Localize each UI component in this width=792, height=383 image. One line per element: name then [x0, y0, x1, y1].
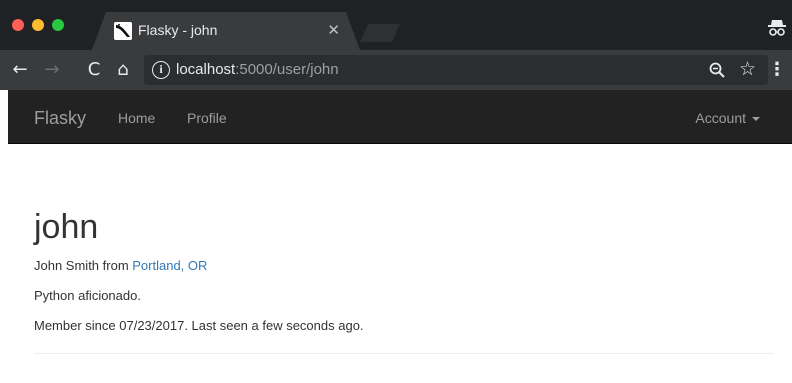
site-navbar: Flasky Home Profile Account	[8, 90, 792, 144]
divider	[34, 353, 774, 354]
zoom-icon[interactable]	[708, 61, 726, 79]
forward-icon[interactable]: →	[42, 60, 62, 80]
url-host: localhost	[176, 61, 236, 78]
caret-down-icon	[752, 117, 760, 122]
tab-close-icon[interactable]: ✕	[327, 21, 340, 39]
incognito-icon	[766, 16, 788, 38]
brand-link[interactable]: Flasky	[34, 108, 86, 129]
nav-link-profile[interactable]: Profile	[187, 110, 227, 126]
page-title: john	[34, 208, 99, 246]
browser-toolbar: ← → C ⌂ i localhost:5000/user/john ☆ ⋮	[0, 50, 792, 90]
reload-icon[interactable]: C	[84, 60, 104, 80]
name-text: John Smith from	[34, 258, 133, 273]
minimize-window-button[interactable]	[32, 19, 44, 31]
bookmark-star-icon[interactable]: ☆	[739, 58, 756, 80]
url-text[interactable]: localhost:5000/user/john	[176, 61, 339, 78]
page-viewport: Flasky Home Profile Account john John Sm…	[8, 90, 792, 383]
close-window-button[interactable]	[12, 19, 24, 31]
browser-titlebar: Flasky - john ✕	[0, 0, 792, 50]
back-icon[interactable]: ←	[10, 60, 30, 80]
browser-tab-active[interactable]: Flasky - john ✕	[92, 12, 360, 50]
home-icon[interactable]: ⌂	[113, 60, 133, 80]
browser-menu-icon[interactable]: ⋮	[768, 60, 786, 80]
site-info-icon[interactable]: i	[152, 61, 170, 79]
address-bar[interactable]: i localhost:5000/user/john ☆	[144, 55, 768, 85]
account-dropdown[interactable]: Account	[695, 110, 760, 126]
maximize-window-button[interactable]	[52, 19, 64, 31]
account-label: Account	[695, 110, 746, 126]
about-me-text: Python aficionado.	[34, 288, 141, 303]
new-tab-button[interactable]	[360, 24, 400, 42]
tab-title: Flasky - john	[138, 22, 218, 38]
nav-link-home[interactable]: Home	[118, 110, 155, 126]
favicon-icon	[114, 22, 132, 40]
member-info-text: Member since 07/23/2017. Last seen a few…	[34, 318, 364, 333]
url-path: :5000/user/john	[235, 61, 339, 78]
location-link[interactable]: Portland, OR	[132, 258, 207, 273]
profile-location-line: John Smith from Portland, OR	[34, 258, 207, 273]
